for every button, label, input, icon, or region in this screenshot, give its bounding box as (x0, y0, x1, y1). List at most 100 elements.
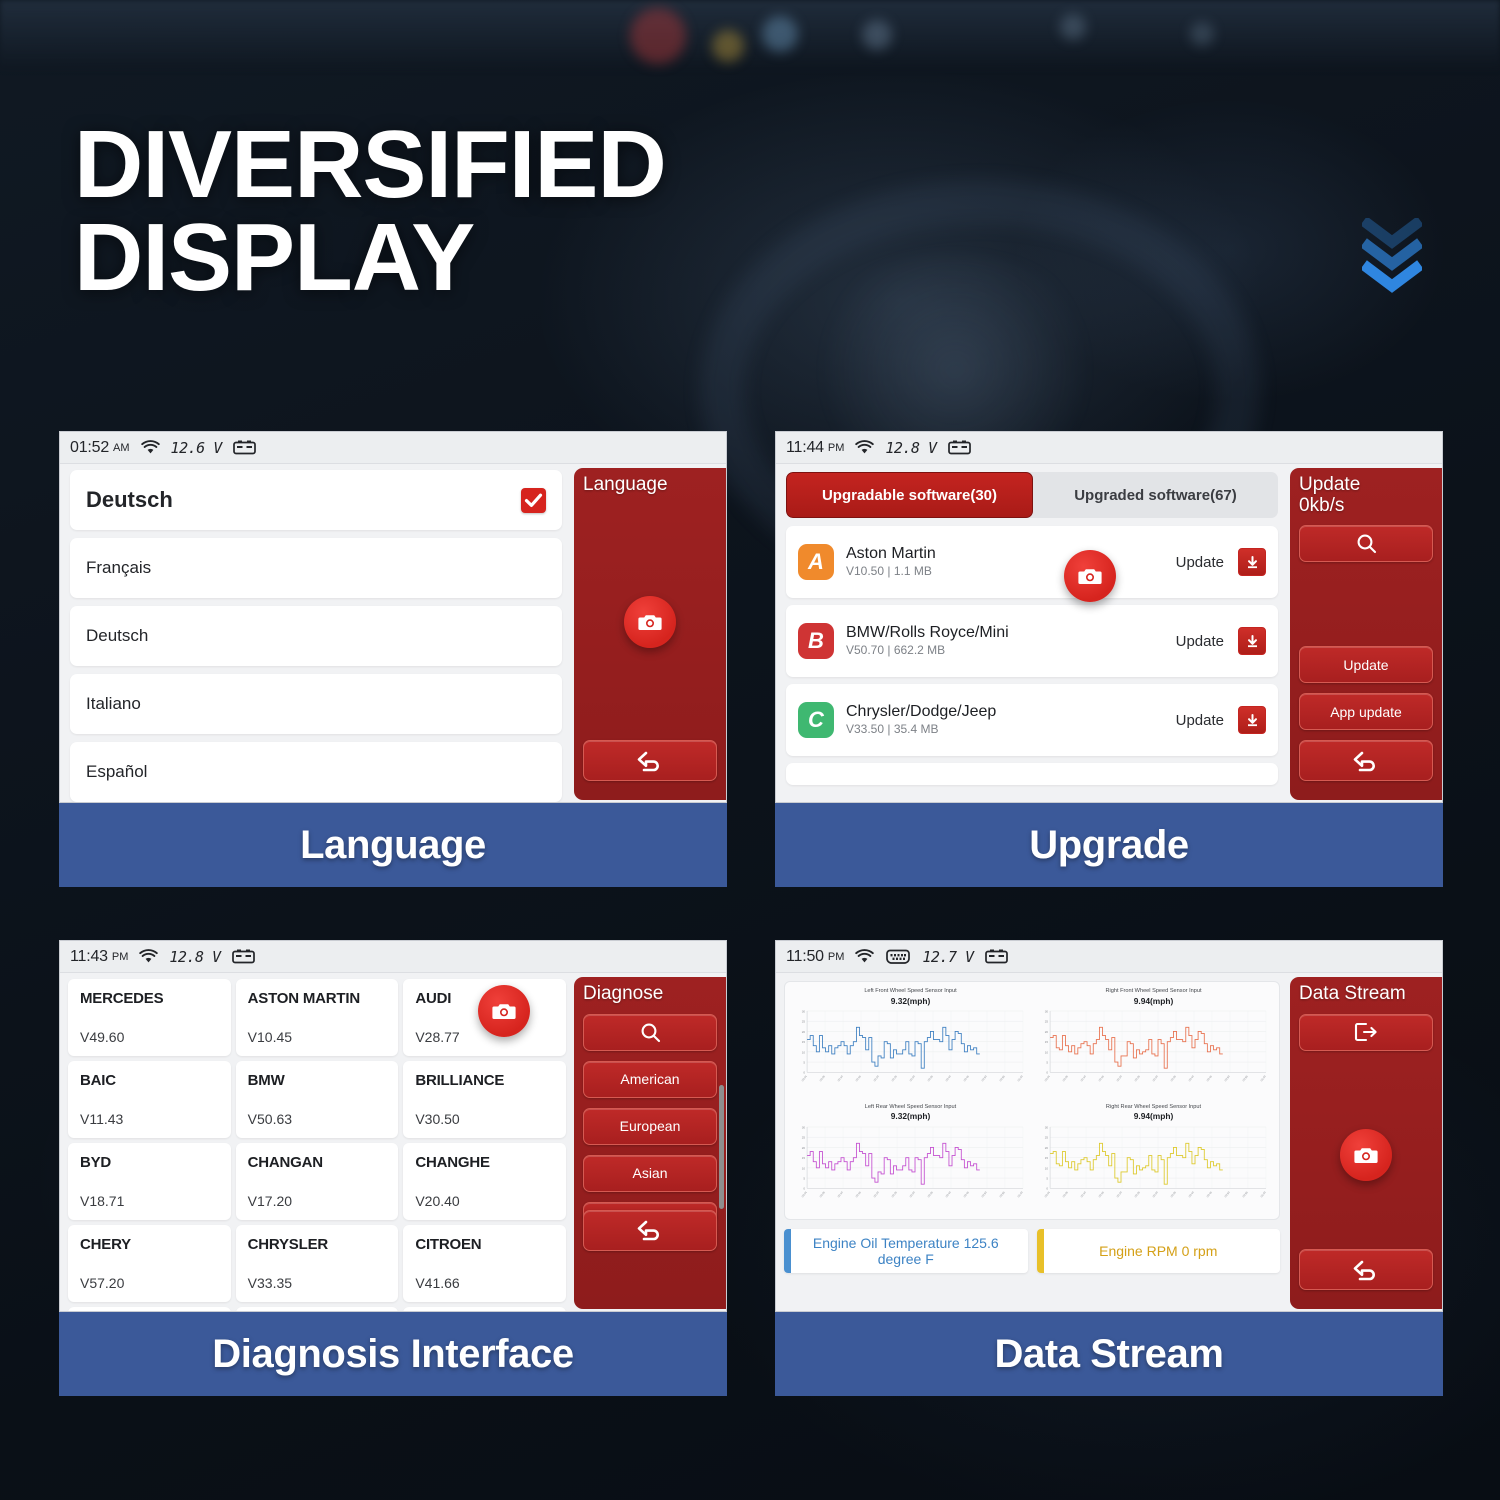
svg-text:00:45: 00:45 (1205, 1074, 1213, 1082)
chart-value: 9.32(mph) (890, 995, 931, 1006)
background-top-glow (0, 0, 1500, 70)
vehicle-cell[interactable]: CHRYSLER V33.35 (235, 1225, 399, 1302)
chevron-down-icon (1362, 218, 1422, 298)
svg-text:25: 25 (1045, 1020, 1049, 1024)
sidebar-title: Language (583, 474, 668, 495)
vehicle-cell[interactable]: CHERY V57.20 (68, 1225, 231, 1302)
upgrade-screen: 11:44 PM 12.8 V Upgradable software(30) … (775, 431, 1443, 803)
readout-oil-temperature[interactable]: Engine Oil Temperature 125.6 degree F (784, 1229, 1028, 1274)
vehicle-cell[interactable]: DAEWOO (68, 1307, 231, 1311)
download-icon[interactable] (1238, 548, 1266, 576)
vehicle-cell[interactable]: DAIHATSU (235, 1307, 399, 1311)
chart-1[interactable]: Right Front Wheel Speed Sensor Input 9.9… (1032, 986, 1275, 1102)
language-label: Deutsch (86, 626, 149, 645)
vehicle-version: V11.43 (80, 1111, 124, 1127)
language-sidebar: Language (574, 468, 726, 800)
update-label[interactable]: Update (1176, 554, 1224, 571)
list-item[interactable]: Deutsch (70, 606, 562, 666)
camera-icon[interactable] (1340, 1128, 1392, 1181)
language-label: Français (86, 558, 152, 577)
diagnose-sidebar: Diagnose American European Asian (574, 977, 726, 1309)
download-icon[interactable] (1238, 627, 1266, 655)
tab-upgraded[interactable]: Upgraded software(67) (1033, 472, 1278, 518)
list-item[interactable]: Français (70, 538, 562, 598)
update-label[interactable]: Update (1176, 712, 1224, 729)
readout-engine-rpm[interactable]: Engine RPM 0 rpm (1036, 1229, 1280, 1274)
language-list: Deutsch Français Deutsch Italiano Españo… (60, 464, 570, 802)
background-bokeh-6 (1190, 22, 1214, 46)
statusbar-time: 11:44 (786, 438, 824, 456)
chart-0[interactable]: Left Front Wheel Speed Sensor Input 9.32… (789, 986, 1032, 1102)
svg-text:01:00: 01:00 (1259, 1074, 1267, 1082)
svg-text:30: 30 (1045, 1010, 1049, 1014)
app-update-button[interactable]: App update (1299, 693, 1433, 730)
update-button[interactable]: Update (1299, 646, 1433, 683)
language-screen: 01:52 AM 12.6 V Deutsch Français Deutsch… (59, 431, 727, 803)
sidebar-title: Update 0kb/s (1299, 474, 1361, 516)
chart-3[interactable]: Right Rear Wheel Speed Sensor Input 9.94… (1032, 1102, 1275, 1218)
scrollbar[interactable] (719, 1085, 724, 1209)
camera-icon[interactable] (624, 596, 676, 649)
upgrade-tabs: Upgradable software(30) Upgraded softwar… (786, 472, 1278, 518)
upgrade-sidebar: Update 0kb/s Update App update (1290, 468, 1442, 800)
exit-button[interactable] (1299, 1013, 1433, 1051)
vehicle-cell[interactable]: ASTON MARTIN V10.45 (235, 979, 399, 1056)
language-label: Italiano (86, 694, 141, 713)
vehicle-cell[interactable]: CHANGAN V17.20 (235, 1143, 399, 1220)
download-icon[interactable] (1238, 706, 1266, 734)
back-button[interactable] (583, 740, 717, 782)
svg-text:00:10: 00:10 (837, 1074, 845, 1082)
svg-text:00:50: 00:50 (1223, 1074, 1231, 1082)
table-row[interactable]: A Aston Martin V10.50 | 1.1 MB Update (786, 526, 1278, 598)
vehicle-cell[interactable]: CITROEN V41.66 (403, 1225, 566, 1302)
battery-icon (231, 949, 256, 964)
list-item[interactable]: Italiano (70, 674, 562, 734)
svg-text:25: 25 (802, 1136, 806, 1140)
chart-title: Right Front Wheel Speed Sensor Input (1105, 988, 1202, 994)
svg-text:00:50: 00:50 (980, 1074, 988, 1082)
vehicle-cell[interactable]: CHANGHE V20.40 (403, 1143, 566, 1220)
search-button[interactable] (1299, 525, 1433, 563)
svg-text:00:40: 00:40 (944, 1190, 952, 1198)
update-label[interactable]: Update (1176, 633, 1224, 650)
chart-title: Left Front Wheel Speed Sensor Input (864, 988, 957, 994)
vehicle-version: V49.60 (80, 1029, 125, 1045)
search-icon (1357, 534, 1376, 554)
american-button[interactable]: American (583, 1060, 717, 1098)
european-button[interactable]: European (583, 1107, 717, 1145)
search-button[interactable] (583, 1013, 717, 1051)
search-icon (641, 1023, 660, 1042)
wifi-icon (139, 949, 159, 964)
back-button[interactable] (583, 1209, 717, 1251)
table-row-partial[interactable] (786, 763, 1278, 785)
vehicle-name: CHANGAN (247, 1154, 323, 1171)
vehicle-cell[interactable]: BAIC V11.43 (68, 1061, 231, 1138)
vehicle-cell[interactable]: BMW V50.63 (235, 1061, 399, 1138)
svg-text:00:25: 00:25 (1133, 1074, 1141, 1082)
camera-icon[interactable] (478, 985, 530, 1037)
tab-upgradable[interactable]: Upgradable software(30) (786, 472, 1033, 518)
table-row[interactable]: C Chrysler/Dodge/Jeep V33.50 | 35.4 MB U… (786, 684, 1278, 756)
vehicle-version: V50.63 (247, 1111, 293, 1127)
vehicle-cell[interactable]: DESK (403, 1307, 566, 1311)
chart-2[interactable]: Left Rear Wheel Speed Sensor Input 9.32(… (789, 1102, 1032, 1218)
checkmark-icon[interactable] (521, 487, 546, 513)
table-row[interactable]: B BMW/Rolls Royce/Mini V50.70 | 662.2 MB… (786, 605, 1278, 677)
svg-text:00:05: 00:05 (1062, 1074, 1070, 1082)
svg-text:00:50: 00:50 (1223, 1190, 1231, 1198)
back-button[interactable] (1299, 740, 1433, 781)
chart-title: Left Rear Wheel Speed Sensor Input (864, 1103, 957, 1110)
vehicle-cell[interactable]: BRILLIANCE V30.50 (403, 1061, 566, 1138)
vehicle-cell[interactable]: MERCEDES V49.60 (68, 979, 231, 1056)
asian-button[interactable]: Asian (583, 1154, 717, 1192)
camera-icon[interactable] (1064, 550, 1116, 602)
svg-text:01:00: 01:00 (1016, 1190, 1024, 1198)
vehicle-cell[interactable]: BYD V18.71 (68, 1143, 231, 1220)
back-button[interactable] (1299, 1249, 1433, 1291)
language-selected-row[interactable]: Deutsch (70, 470, 562, 530)
list-item[interactable]: Español (70, 742, 562, 802)
brand-badge: B (798, 623, 834, 659)
svg-text:30: 30 (802, 1010, 806, 1014)
statusbar-time: 11:43 (70, 947, 108, 965)
language-label: Español (86, 762, 148, 781)
